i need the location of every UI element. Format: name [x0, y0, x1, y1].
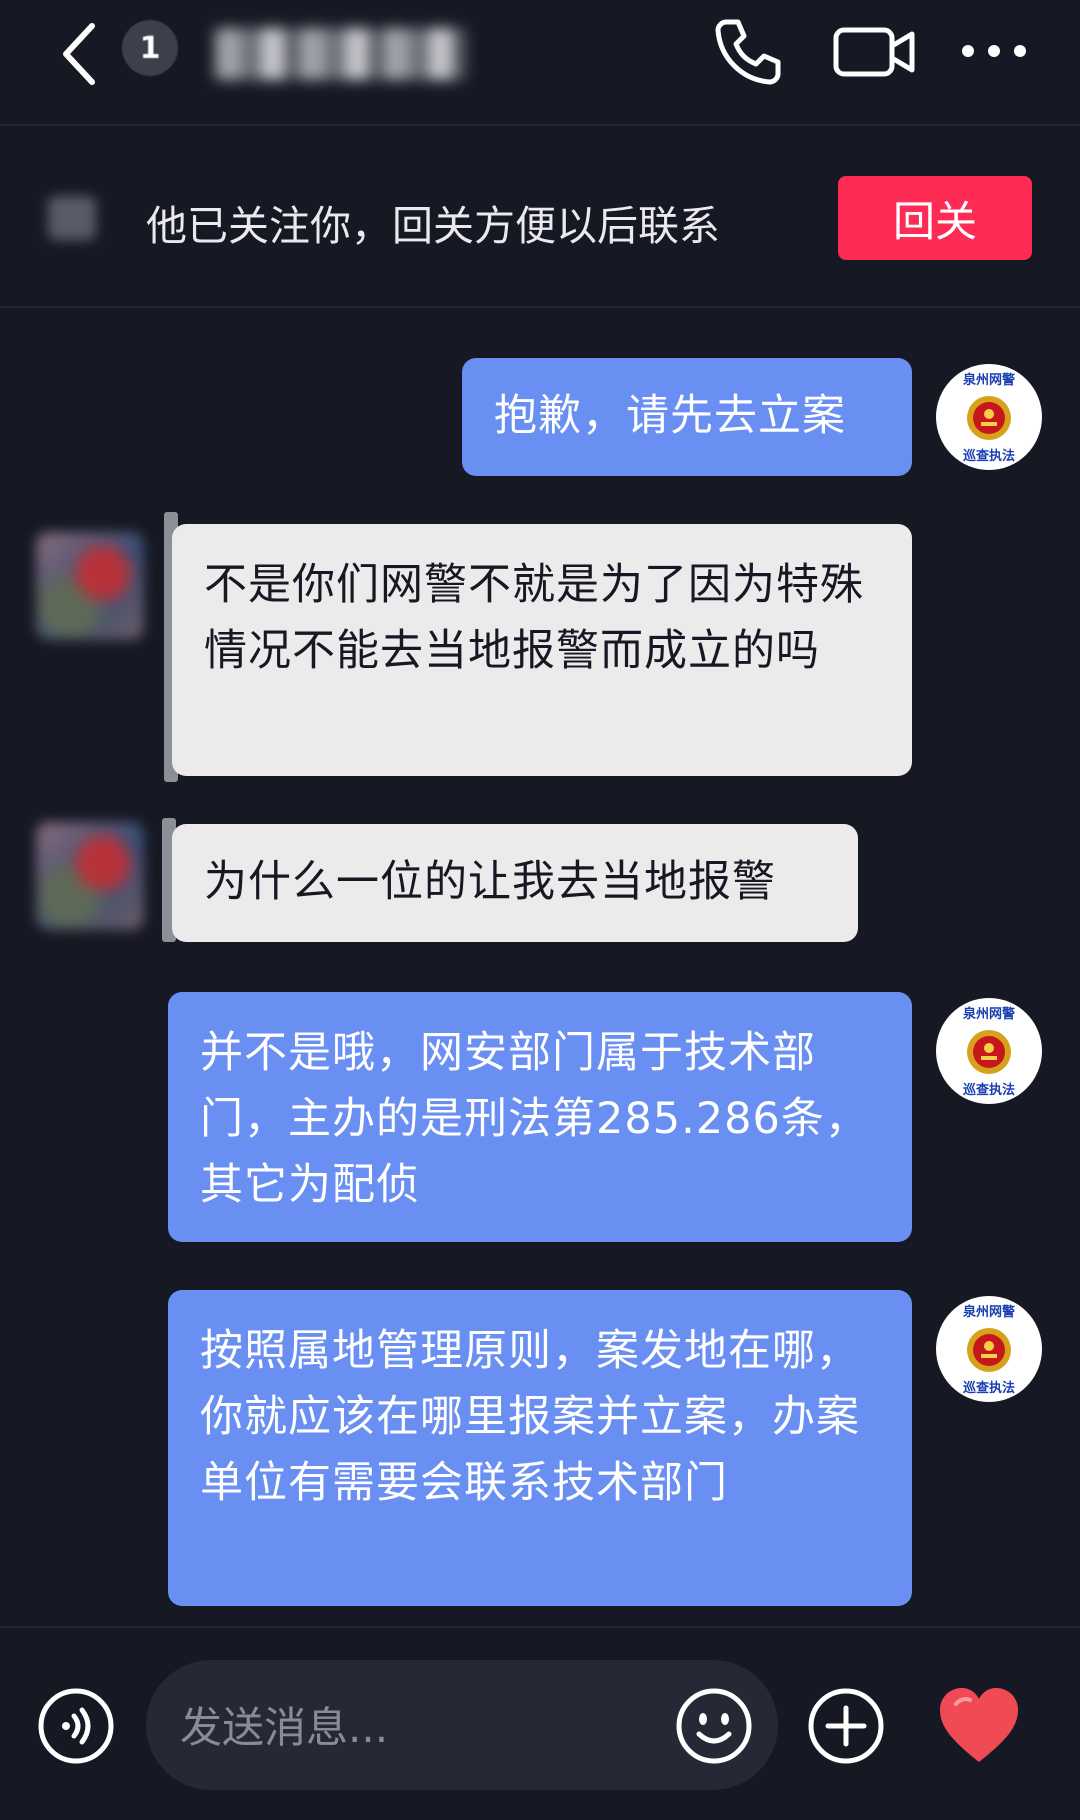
message-bubble-sent[interactable]: 抱歉，请先去立案	[462, 358, 912, 476]
svg-text:巡查执法: 巡查执法	[963, 1082, 1015, 1098]
banner-divider	[0, 306, 1080, 308]
contact-avatar-blurred[interactable]	[36, 822, 144, 930]
message-input[interactable]	[178, 1694, 662, 1760]
back-button[interactable]	[52, 18, 116, 90]
composer-divider	[0, 1626, 1080, 1628]
police-badge-icon: 泉州网警 巡查执法	[963, 1006, 1015, 1098]
voice-message-button[interactable]	[36, 1686, 116, 1766]
video-call-icon	[833, 27, 915, 77]
svg-text:泉州网警: 泉州网警	[963, 1304, 1015, 1320]
svg-text:巡查执法: 巡查执法	[963, 1380, 1015, 1396]
message-bubble-sent[interactable]: 并不是哦，网安部门属于技术部门，主办的是刑法第285.286条，其它为配侦	[168, 992, 912, 1242]
contact-name-blurred[interactable]	[215, 28, 467, 80]
message-bubble-received[interactable]: 不是你们网警不就是为了因为特殊情况不能去当地报警而成立的吗	[172, 524, 912, 776]
svg-text:泉州网警: 泉州网警	[963, 1006, 1015, 1022]
police-avatar[interactable]: 泉州网警 巡查执法	[936, 364, 1042, 470]
message-bubble-sent[interactable]: 按照属地管理原则，案发地在哪，你就应该在哪里报案并立案，办案单位有需要会联系技术…	[168, 1290, 912, 1606]
banner-avatar-blurred	[48, 196, 96, 240]
unread-count-badge: 1	[122, 20, 178, 76]
heart-icon	[940, 1688, 1018, 1762]
police-badge-icon: 泉州网警 巡查执法	[963, 1304, 1015, 1396]
svg-text:泉州网警: 泉州网警	[963, 372, 1015, 388]
follow-back-button[interactable]: 回关	[838, 176, 1032, 260]
svg-text:巡查执法: 巡查执法	[963, 448, 1015, 464]
follow-notice-text: 他已关注你，回关方便以后联系	[146, 202, 720, 250]
voice-call-button[interactable]	[712, 14, 784, 86]
police-badge-icon: 泉州网警 巡查执法	[963, 372, 1015, 464]
emoji-button[interactable]	[674, 1686, 754, 1766]
voice-icon	[38, 1688, 114, 1764]
plus-circle-icon	[808, 1688, 884, 1764]
like-button[interactable]	[934, 1682, 1024, 1772]
back-icon	[63, 23, 95, 85]
header-divider	[0, 124, 1080, 126]
police-avatar[interactable]: 泉州网警 巡查执法	[936, 1296, 1042, 1402]
more-actions-button[interactable]	[806, 1686, 886, 1766]
more-icon	[962, 45, 1026, 57]
emoji-icon	[676, 1688, 752, 1764]
message-bubble-received[interactable]: 为什么一位的让我去当地报警	[172, 824, 858, 942]
phone-icon	[715, 19, 781, 85]
video-call-button[interactable]	[832, 18, 916, 84]
police-avatar[interactable]: 泉州网警 巡查执法	[936, 998, 1042, 1104]
contact-avatar-blurred[interactable]	[36, 532, 144, 640]
more-options-button[interactable]	[956, 26, 1032, 76]
